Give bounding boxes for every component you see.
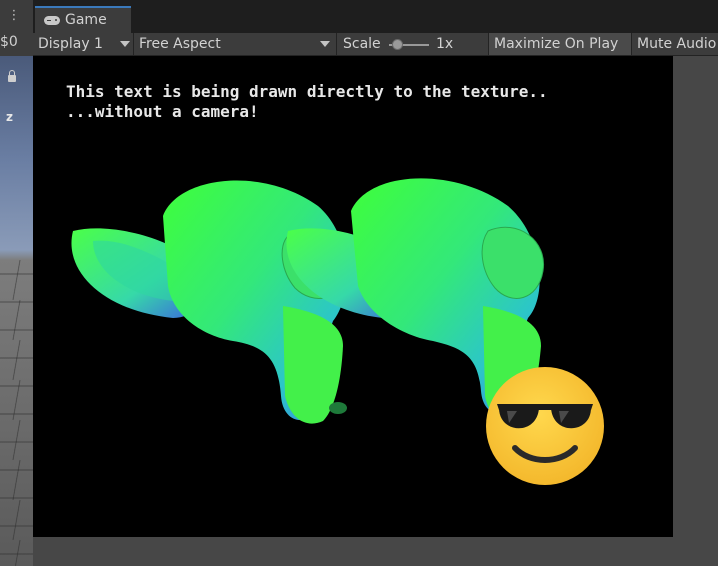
game-view: This text is being drawn directly to the… bbox=[33, 56, 718, 566]
monkey-heads-render bbox=[71, 178, 604, 485]
aspect-dropdown[interactable]: Free Aspect bbox=[139, 33, 335, 55]
game-toolbar: Display 1 Free Aspect Scale 1x Maximize … bbox=[33, 33, 718, 56]
maximize-on-play-button[interactable]: Maximize On Play bbox=[489, 33, 631, 55]
overlay-text-block: This text is being drawn directly to the… bbox=[66, 82, 548, 122]
monkey-head-left bbox=[71, 180, 349, 424]
chevron-down-icon bbox=[120, 41, 130, 47]
vertical-dots-icon[interactable]: ⋮ bbox=[6, 8, 22, 24]
aspect-label: Free Aspect bbox=[139, 36, 221, 52]
gamepad-icon bbox=[44, 16, 60, 25]
z-axis-label: z bbox=[6, 110, 13, 124]
sunglasses-emoji-icon bbox=[486, 367, 604, 485]
scale-value: 1x bbox=[436, 36, 454, 52]
chevron-down-icon bbox=[320, 41, 330, 47]
mute-audio-button[interactable]: Mute Audio bbox=[637, 33, 718, 55]
lock-icon[interactable] bbox=[8, 70, 16, 82]
overlay-text-line-1: This text is being drawn directly to the… bbox=[66, 82, 548, 101]
scene-sliver-text: $0 bbox=[0, 34, 18, 50]
tab-game-label: Game bbox=[65, 12, 107, 28]
tab-bar: Game bbox=[33, 0, 718, 33]
tab-game[interactable]: Game bbox=[35, 6, 131, 33]
scene-grid bbox=[0, 260, 33, 566]
display-dropdown[interactable]: Display 1 bbox=[38, 33, 133, 55]
scale-label: Scale bbox=[343, 36, 381, 52]
scene-view-sliver: ⋮ $0 z bbox=[0, 0, 34, 566]
display-label: Display 1 bbox=[38, 36, 103, 52]
overlay-text-line-2: ...without a camera! bbox=[66, 102, 259, 121]
scale-slider-handle[interactable] bbox=[392, 39, 403, 50]
render-texture-viewport[interactable]: This text is being drawn directly to the… bbox=[33, 56, 673, 537]
